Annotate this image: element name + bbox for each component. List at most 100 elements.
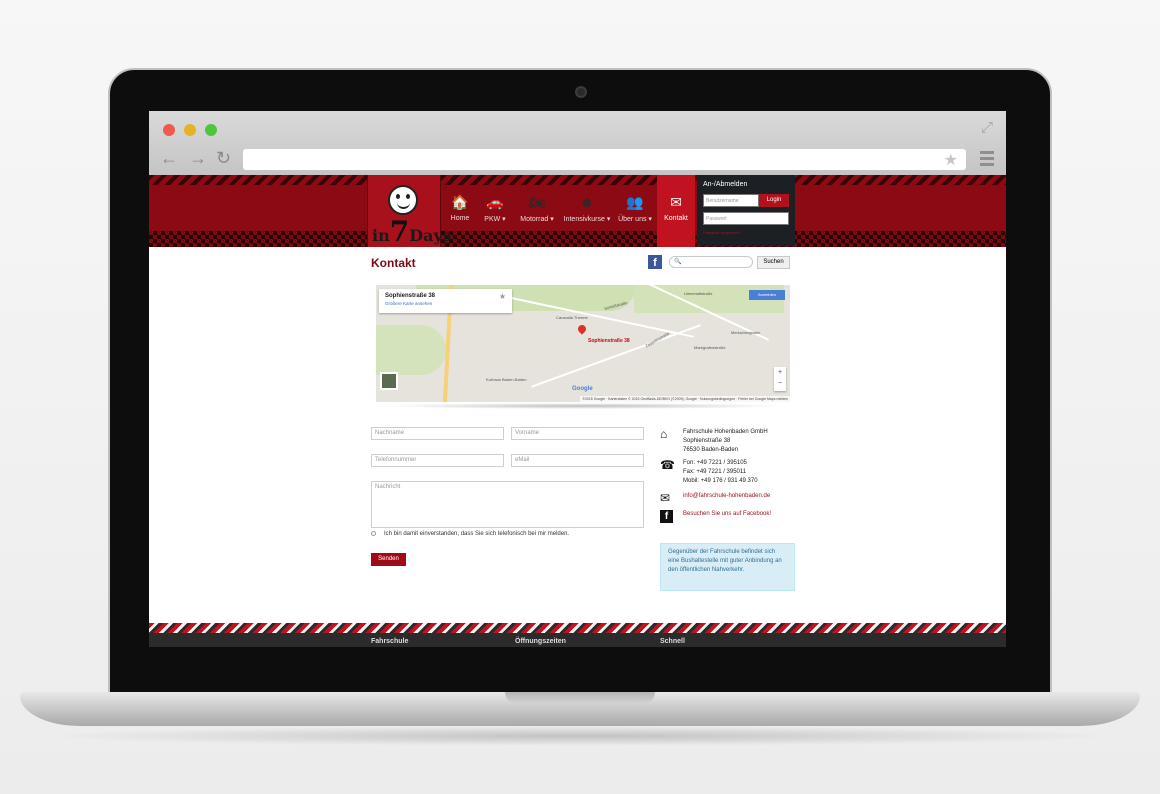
google-map[interactable]: Sophienstraße 38 Größere Karte ansehen ★…	[376, 285, 790, 402]
browser-chrome: ⤢ ← → ↻ ★	[149, 111, 1006, 175]
map-label: Caracalla Therme	[556, 315, 588, 320]
maximize-window-button[interactable]	[205, 124, 217, 136]
telephone-icon: ☎	[660, 458, 675, 472]
zoom-in-button[interactable]: +	[774, 367, 786, 378]
page-title: Kontakt	[371, 256, 416, 270]
password-input[interactable]: Passwort	[703, 212, 789, 225]
map-shadow	[379, 403, 787, 409]
consent-label: Ich bin damit einverstanden, dass Sie si…	[384, 531, 570, 538]
facebook-icon[interactable]: f	[648, 255, 662, 269]
phone-field[interactable]: Telefonnummer	[371, 454, 504, 467]
browser-window: ⤢ ← → ↻ ★ in7Days 🏠 Home 🚗 PKW ▾ 🏍 Motor…	[149, 111, 1006, 647]
facebook-icon: f	[660, 510, 673, 523]
motorbike-icon: 🏍	[528, 194, 546, 210]
laptop-shadow	[40, 726, 1120, 746]
logo-smiley-icon	[388, 185, 418, 215]
nav-item-intensivkurse[interactable]: ☻ Intensivkurse ▾	[559, 193, 615, 231]
map-info-title: Sophienstraße 38	[385, 293, 436, 299]
nav-item-motorrad[interactable]: 🏍 Motorrad ▾	[515, 193, 559, 231]
map-park-area	[376, 325, 446, 375]
envelope-icon: ✉	[660, 491, 671, 505]
page-content: Kontakt f 🔍 Suchen Sophienstraße 38 Größ…	[149, 247, 1006, 627]
facebook-link[interactable]: Besuchen Sie uns auf Facebook!	[683, 510, 771, 519]
company-name: Fahrschule Hohenbaden GmbH	[683, 429, 768, 435]
footer-heading: Fahrschule	[371, 638, 409, 645]
address-bar[interactable]: ★	[243, 149, 966, 170]
laptop-notch	[505, 692, 655, 704]
forward-button[interactable]: →	[189, 149, 207, 167]
address-block: ⌂ Fahrschule Hohenbaden GmbH Sophienstra…	[660, 428, 768, 455]
search-icon: 🔍	[674, 259, 682, 265]
contact-icon: ✉	[670, 194, 682, 210]
site-header: in7Days 🏠 Home 🚗 PKW ▾ 🏍 Motorrad ▾ ☻ In…	[149, 175, 1006, 248]
footer-heading: Schnell	[660, 638, 685, 645]
login-title: An-/Abmelden	[703, 181, 748, 188]
map-info-window: Sophienstraße 38 Größere Karte ansehen ★	[379, 289, 512, 313]
nav-item-kontakt[interactable]: ✉ Kontakt	[657, 175, 695, 247]
map-pin-label: Sophienstraße 38	[588, 338, 630, 344]
nav-item-pkw[interactable]: 🚗 PKW ▾	[475, 193, 515, 231]
satellite-view-button[interactable]	[380, 372, 398, 390]
nav-item-home[interactable]: 🏠 Home	[445, 193, 475, 231]
firstname-field[interactable]: Vorname	[511, 427, 644, 440]
map-pin-icon[interactable]	[576, 323, 588, 335]
email-link[interactable]: info@fahrschule-hohenbaden.de	[683, 492, 770, 501]
car-icon: 🚗	[486, 194, 504, 210]
logo-text: in7Days	[372, 215, 452, 248]
camera	[575, 86, 587, 98]
map-road	[531, 324, 701, 388]
google-logo: Google	[572, 386, 593, 392]
fax-number: Fax: +49 7221 / 395011	[683, 469, 747, 475]
map-label: Kurhaus Baden-Baden	[486, 377, 527, 382]
map-label: Lilienmattstraße	[684, 291, 713, 296]
forgot-password-link[interactable]: Passwort vergessen?	[703, 230, 789, 235]
home-icon: 🏠	[451, 194, 469, 210]
consent-row: Ich bin damit einverstanden, dass Sie si…	[371, 531, 569, 537]
home-icon: ⌂	[660, 427, 668, 441]
search-button[interactable]: Suchen	[757, 256, 790, 269]
map-label: Zeppelinstraße	[644, 330, 671, 349]
site-logo[interactable]: in7Days	[367, 175, 452, 248]
people-icon: 👥	[626, 194, 644, 210]
bus-stop-note: Gegenüber der Fahrschule befindet sich e…	[660, 543, 795, 591]
header-checker-pattern	[149, 231, 1006, 247]
login-button[interactable]: Login	[759, 194, 789, 207]
bookmark-star-icon[interactable]: ★	[944, 150, 958, 170]
minimize-window-button[interactable]	[184, 124, 196, 136]
map-sign-in-button[interactable]: Anmelden	[749, 290, 785, 300]
map-label: Markgrafenstraße	[694, 345, 726, 350]
map-label: Merkurbergbahn	[731, 330, 761, 335]
consent-checkbox[interactable]	[371, 531, 376, 536]
mobile-number: Mobil: +49 176 / 931 49 370	[683, 478, 758, 484]
map-attribution: ©2015 Google · Kartendaten © 2015 GeoBas…	[580, 396, 790, 402]
save-star-icon[interactable]: ★	[499, 292, 506, 301]
email-field[interactable]: eMail	[511, 454, 644, 467]
email-block: ✉ info@fahrschule-hohenbaden.de	[660, 491, 770, 505]
site-footer: Fahrschule Öffnungszeiten Schnell	[149, 623, 1006, 647]
main-nav: 🏠 Home 🚗 PKW ▾ 🏍 Motorrad ▾ ☻ Intensivku…	[445, 175, 695, 247]
nav-item-ueber-uns[interactable]: 👥 Über uns ▾	[615, 193, 655, 231]
smiley-icon: ☻	[579, 194, 595, 210]
footer-heading: Öffnungszeiten	[515, 638, 566, 645]
send-button[interactable]: Senden	[371, 553, 406, 566]
browser-menu-icon[interactable]	[980, 151, 994, 169]
facebook-block: f Besuchen Sie uns auf Facebook!	[660, 510, 771, 523]
city: 76530 Baden-Baden	[683, 447, 739, 453]
search-input[interactable]: 🔍	[669, 256, 753, 268]
login-panel: An-/Abmelden Benutzername Login Passwort…	[697, 175, 795, 246]
message-textarea[interactable]: Nachricht	[371, 481, 644, 528]
zoom-out-button[interactable]: −	[774, 378, 786, 389]
reload-button[interactable]: ↻	[216, 149, 231, 167]
header-stripes	[149, 175, 1006, 185]
lastname-field[interactable]: Nachname	[371, 427, 504, 440]
expand-icon[interactable]: ⤢	[981, 119, 993, 136]
close-window-button[interactable]	[163, 124, 175, 136]
map-zoom-control: + −	[774, 367, 786, 391]
username-input[interactable]: Benutzername	[703, 194, 759, 207]
phone-number: Fon: +49 7221 / 395105	[683, 460, 747, 466]
footer-stripes	[149, 623, 1006, 633]
larger-map-link[interactable]: Größere Karte ansehen	[385, 301, 506, 306]
street: Sophienstraße 38	[683, 438, 731, 444]
back-button[interactable]: ←	[160, 149, 178, 167]
phone-block: ☎ Fon: +49 7221 / 395105 Fax: +49 7221 /…	[660, 459, 758, 486]
